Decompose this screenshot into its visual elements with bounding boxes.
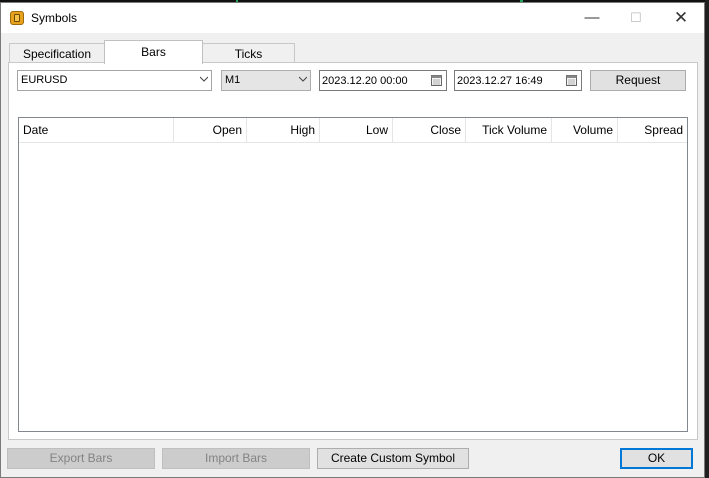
column-header-high[interactable]: High	[247, 118, 320, 142]
symbol-value: EURUSD	[21, 74, 68, 86]
window-title: Symbols	[31, 11, 78, 25]
date-to-value: 2023.12.27 16:49	[457, 75, 543, 87]
bars-table[interactable]: Date Open High Low Close Tick Volume Vol…	[18, 117, 688, 432]
column-header-spread[interactable]: Spread	[618, 118, 687, 142]
maximize-button[interactable]: ☐	[621, 7, 651, 29]
timeframe-value: M1	[225, 74, 241, 86]
dollar-icon	[10, 11, 24, 25]
tab-ticks[interactable]: Ticks	[202, 43, 295, 63]
column-header-volume[interactable]: Volume	[552, 118, 618, 142]
table-header: Date Open High Low Close Tick Volume Vol…	[19, 118, 687, 143]
export-bars-button[interactable]: Export Bars	[7, 448, 155, 469]
close-button[interactable]: ✕	[666, 7, 696, 29]
create-custom-symbol-button[interactable]: Create Custom Symbol	[317, 448, 469, 469]
column-header-date[interactable]: Date	[19, 118, 174, 142]
chevron-down-icon	[299, 76, 307, 82]
background-right-edge	[705, 0, 709, 478]
date-from-value: 2023.12.20 00:00	[322, 75, 408, 87]
title-bar[interactable]: Symbols — ☐ ✕	[1, 3, 704, 33]
import-bars-button[interactable]: Import Bars	[162, 448, 310, 469]
column-header-close[interactable]: Close	[393, 118, 466, 142]
tab-specification[interactable]: Specification	[9, 43, 105, 63]
calendar-icon[interactable]	[566, 74, 577, 86]
minimize-button[interactable]: —	[577, 7, 607, 29]
column-header-open[interactable]: Open	[174, 118, 247, 142]
request-button[interactable]: Request	[590, 70, 686, 91]
column-header-tick-volume[interactable]: Tick Volume	[466, 118, 552, 142]
symbol-select[interactable]: EURUSD	[17, 70, 212, 91]
column-header-low[interactable]: Low	[320, 118, 393, 142]
ok-button[interactable]: OK	[620, 448, 693, 469]
timeframe-select[interactable]: M1	[221, 70, 311, 91]
symbols-dialog: Symbols — ☐ ✕ Specification Bars Ticks E…	[0, 2, 705, 478]
calendar-icon[interactable]	[431, 74, 442, 86]
date-to-picker[interactable]: 2023.12.27 16:49	[454, 70, 582, 91]
date-from-picker[interactable]: 2023.12.20 00:00	[319, 70, 447, 91]
chevron-down-icon	[200, 76, 208, 82]
tab-bars[interactable]: Bars	[104, 40, 203, 64]
